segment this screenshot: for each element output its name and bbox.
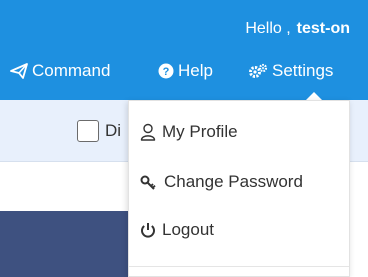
toolbar-checkbox-label: Di bbox=[105, 121, 122, 140]
settings-label: Settings bbox=[272, 61, 334, 80]
menu-item-label: Change Password bbox=[164, 172, 303, 191]
paper-plane-icon bbox=[10, 63, 28, 79]
content-panel bbox=[0, 211, 140, 277]
help-link[interactable]: ? Help bbox=[158, 60, 213, 82]
help-label: Help bbox=[178, 61, 213, 80]
svg-text:?: ? bbox=[163, 66, 170, 78]
power-icon bbox=[141, 223, 155, 238]
menu-item-logout[interactable]: Logout bbox=[140, 218, 214, 242]
menu-item-my-profile[interactable]: My Profile bbox=[140, 120, 238, 144]
menu-divider bbox=[129, 266, 349, 267]
command-link[interactable]: Command bbox=[10, 60, 110, 82]
greeting-text: Hello , bbox=[245, 20, 291, 37]
top-header: Hello , test-on bbox=[0, 0, 368, 100]
dropdown-caret bbox=[306, 92, 322, 100]
settings-link[interactable]: Settings bbox=[248, 60, 333, 82]
menu-item-label: My Profile bbox=[162, 122, 238, 141]
menu-item-label: Logout bbox=[162, 220, 214, 239]
key-icon bbox=[140, 175, 156, 190]
toolbar-checkbox[interactable] bbox=[77, 120, 99, 142]
menu-item-change-password[interactable]: Change Password bbox=[140, 170, 303, 194]
username[interactable]: test-on bbox=[297, 20, 350, 37]
question-circle-icon: ? bbox=[158, 63, 174, 79]
command-label: Command bbox=[32, 61, 111, 80]
toolbar-checkbox-row[interactable]: Di bbox=[77, 120, 121, 142]
user-icon bbox=[140, 123, 156, 141]
user-greeting: Hello , test-on bbox=[245, 20, 350, 38]
gears-icon bbox=[249, 63, 268, 78]
